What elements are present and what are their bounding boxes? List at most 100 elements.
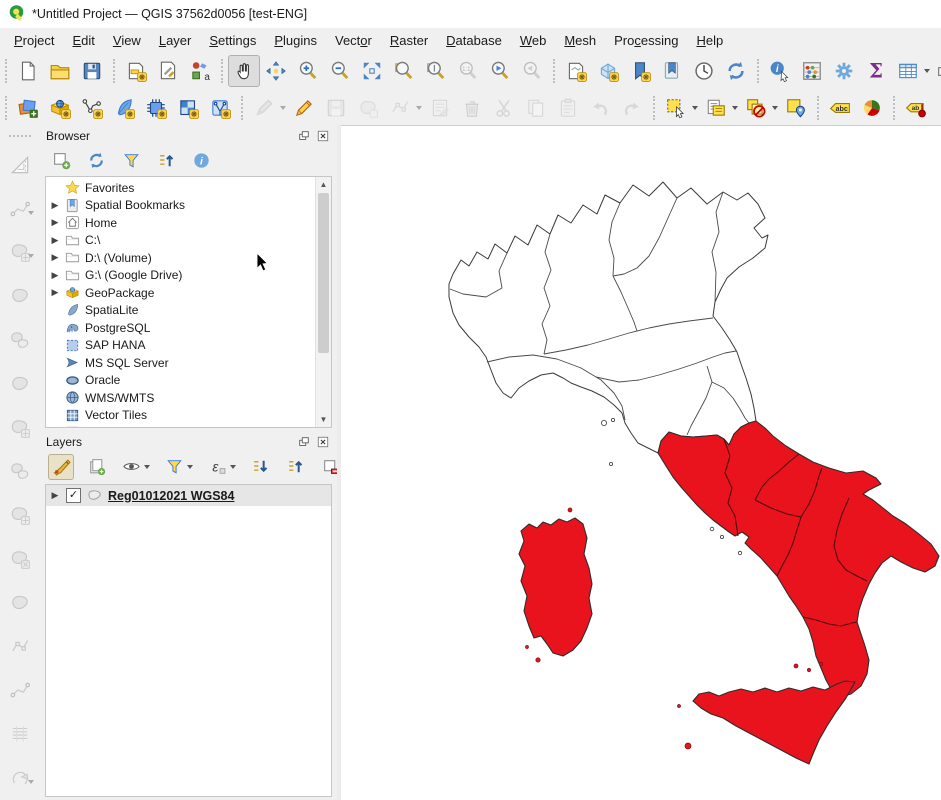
map-north-regions[interactable] — [449, 182, 768, 453]
toggle-editing-button[interactable] — [288, 92, 320, 124]
temporal-controller-button[interactable] — [688, 55, 720, 87]
zoom-in-button[interactable] — [292, 55, 324, 87]
browser-item-c[interactable]: ▶C:\ — [46, 232, 315, 250]
scroll-up-icon[interactable]: ▲ — [316, 177, 331, 192]
browser-item-postgresql[interactable]: PostgreSQL — [46, 319, 315, 337]
browser-float-button[interactable] — [295, 129, 312, 144]
add-selected-layers-button[interactable] — [48, 148, 74, 174]
new-geopackage-layer-button[interactable] — [44, 92, 76, 124]
layer-visibility-checkbox[interactable]: ✓ — [66, 488, 81, 503]
save-project-button[interactable] — [76, 55, 108, 87]
new-3d-map-view-button[interactable] — [592, 55, 624, 87]
select-features-by-value-button[interactable] — [700, 92, 732, 124]
menu-database[interactable]: Database — [437, 30, 511, 51]
toolbar-grip[interactable] — [113, 59, 115, 83]
menu-processing[interactable]: Processing — [605, 30, 687, 51]
browser-item-home[interactable]: ▶Home — [46, 214, 315, 232]
toolbar-grip[interactable] — [553, 59, 555, 83]
menu-help[interactable]: Help — [687, 30, 732, 51]
zoom-to-selection-button[interactable] — [388, 55, 420, 87]
expand-arrow-icon[interactable]: ▶ — [50, 235, 60, 246]
pin-labels-button[interactable]: ab — [900, 92, 932, 124]
browser-item-vector-tiles[interactable]: Vector Tiles — [46, 407, 315, 425]
zoom-to-layer-button[interactable] — [420, 55, 452, 87]
chevron-down-icon[interactable] — [187, 465, 193, 469]
layer-labeling-button[interactable]: abc — [824, 92, 856, 124]
menu-settings[interactable]: Settings — [200, 30, 265, 51]
refresh-browser-button[interactable] — [83, 148, 109, 174]
statistical-summary-button[interactable] — [796, 55, 828, 87]
pan-map-button[interactable] — [228, 55, 260, 87]
show-spatial-bookmarks-button[interactable] — [656, 55, 688, 87]
map-sicily[interactable] — [693, 681, 855, 764]
layer-row-reg01012021-wgs84[interactable]: ▶✓Reg01012021 WGS84 — [46, 485, 331, 506]
expand-arrow-icon[interactable]: ▶ — [50, 270, 60, 281]
expand-arrow-icon[interactable]: ▶ — [50, 200, 60, 211]
properties-widget-button[interactable]: i — [188, 148, 214, 174]
map-south-regions-red[interactable] — [658, 421, 939, 697]
expand-arrow-icon[interactable]: ▶ — [50, 490, 60, 501]
browser-item-d-volume[interactable]: ▶D:\ (Volume) — [46, 249, 315, 267]
add-group-button[interactable] — [83, 454, 109, 480]
show-statistics-button[interactable]: Σ — [860, 55, 892, 87]
toolbar-grip[interactable] — [5, 96, 7, 120]
browser-item-sap-hana[interactable]: SAP HANA — [46, 337, 315, 355]
browser-item-oracle[interactable]: Oracle — [46, 372, 315, 390]
filter-browser-button[interactable] — [118, 148, 144, 174]
browser-item-spatialite[interactable]: SpatiaLite — [46, 302, 315, 320]
show-layout-manager-button[interactable] — [152, 55, 184, 87]
scrollbar-thumb[interactable] — [318, 193, 329, 353]
deselect-features-button[interactable] — [740, 92, 772, 124]
measure-line-button[interactable] — [932, 55, 941, 87]
browser-item-geopackage[interactable]: ▶GeoPackage — [46, 284, 315, 302]
open-layer-styling-panel-button[interactable] — [48, 454, 74, 480]
collapse-all-button[interactable] — [282, 454, 308, 480]
zoom-full-button[interactable] — [356, 55, 388, 87]
new-mesh-layer-button[interactable] — [204, 92, 236, 124]
menu-view[interactable]: View — [104, 30, 150, 51]
new-virtual-layer-button[interactable] — [172, 92, 204, 124]
new-spatial-bookmark-button[interactable] — [624, 55, 656, 87]
toolbar-grip[interactable] — [241, 96, 243, 120]
filter-legend-by-expression-button[interactable]: ε — [204, 454, 230, 480]
browser-item-g-google-drive[interactable]: ▶G:\ (Google Drive) — [46, 267, 315, 285]
new-spatialite-layer-button[interactable] — [108, 92, 140, 124]
menu-plugins[interactable]: Plugins — [265, 30, 326, 51]
collapse-all-button[interactable] — [153, 148, 179, 174]
chevron-down-icon[interactable] — [692, 106, 698, 110]
pan-to-selection-button[interactable] — [260, 55, 292, 87]
browser-scrollbar[interactable]: ▲ ▼ — [315, 177, 331, 427]
open-attribute-table-button[interactable] — [892, 55, 924, 87]
browser-item-spatial-bookmarks[interactable]: ▶Spatial Bookmarks — [46, 197, 315, 215]
new-map-view-button[interactable] — [560, 55, 592, 87]
layer-diagram-button[interactable] — [856, 92, 888, 124]
toolbar-grip[interactable] — [893, 96, 895, 120]
chevron-down-icon[interactable] — [772, 106, 778, 110]
expand-arrow-icon[interactable]: ▶ — [50, 287, 60, 298]
new-temporary-scratch-layer-button[interactable] — [140, 92, 172, 124]
expand-arrow-icon[interactable]: ▶ — [50, 252, 60, 263]
select-features-button[interactable] — [660, 92, 692, 124]
new-print-layout-button[interactable] — [120, 55, 152, 87]
toolbar-grip[interactable] — [5, 59, 7, 83]
menu-project[interactable]: Project — [5, 30, 63, 51]
zoom-last-button[interactable] — [484, 55, 516, 87]
refresh-map-button[interactable] — [720, 55, 752, 87]
toolbar-grip[interactable] — [9, 135, 31, 137]
browser-item-favorites[interactable]: Favorites — [46, 179, 315, 197]
manage-map-themes-button[interactable] — [118, 454, 144, 480]
expand-arrow-icon[interactable]: ▶ — [50, 427, 60, 428]
menu-vector[interactable]: Vector — [326, 30, 381, 51]
browser-item-xyz-tiles[interactable]: ▶XYZ Tiles — [46, 424, 315, 428]
identify-features-button[interactable]: i — [764, 55, 796, 87]
filter-legend-button[interactable] — [161, 454, 187, 480]
layers-float-button[interactable] — [295, 435, 312, 450]
menu-layer[interactable]: Layer — [150, 30, 201, 51]
browser-item-wms-wmts[interactable]: WMS/WMTS — [46, 389, 315, 407]
menu-raster[interactable]: Raster — [381, 30, 437, 51]
style-manager-button[interactable]: a — [184, 55, 216, 87]
processing-toolbox-button[interactable] — [828, 55, 860, 87]
layers-close-button[interactable] — [314, 435, 331, 450]
map-canvas[interactable] — [341, 125, 941, 800]
chevron-down-icon[interactable] — [732, 106, 738, 110]
